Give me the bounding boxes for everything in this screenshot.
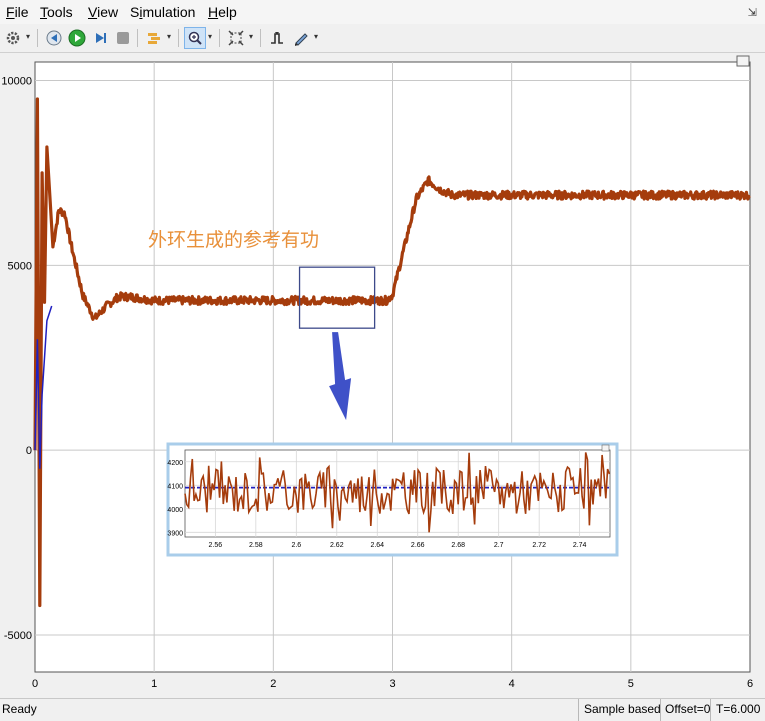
x-tick-label: 2 (270, 678, 276, 690)
y-tick-label: 0 (26, 445, 32, 457)
run-icon[interactable] (66, 27, 88, 49)
toolbar-separator (137, 29, 138, 47)
inset-expand-icon (601, 444, 610, 452)
status-divider (660, 699, 661, 721)
y-tick-label: 10000 (1, 75, 32, 87)
x-tick-label: 0 (32, 678, 38, 690)
y-tick-label: -5000 (4, 630, 32, 642)
status-offset: Offset=0 (665, 702, 711, 716)
annotation-label: 外环生成的参考有功 (148, 229, 320, 251)
inset-x-tick-label: 2.74 (573, 542, 587, 549)
menu-view[interactable]: View (88, 4, 118, 20)
toolbar-separator (260, 29, 261, 47)
menu-bar: File Tools View Simulation Help ⇲ (0, 0, 765, 24)
toolbar-separator (178, 29, 179, 47)
gear-icon[interactable] (2, 27, 24, 49)
x-tick-label: 3 (389, 678, 395, 690)
inset-x-tick-label: 2.56 (209, 542, 223, 549)
inset-y-tick-label: 4100 (167, 483, 183, 490)
menu-help[interactable]: Help (208, 4, 237, 20)
inset-x-tick-label: 2.62 (330, 542, 344, 549)
step-forward-icon[interactable] (89, 27, 111, 49)
status-ready: Ready (2, 702, 37, 716)
status-time: T=6.000 (716, 702, 761, 716)
step-back-icon[interactable] (43, 27, 65, 49)
expand-axes-icon (736, 55, 750, 67)
highlight-icon[interactable] (143, 27, 165, 49)
inset-y-tick-label: 4200 (167, 460, 183, 467)
style-icon[interactable] (290, 27, 312, 49)
inset-y-tick-label: 3900 (167, 530, 183, 537)
menu-file[interactable]: File (6, 4, 29, 20)
chevron-down-icon[interactable]: ▾ (167, 32, 171, 41)
status-divider (578, 699, 579, 721)
toolbar-separator (219, 29, 220, 47)
fit-icon[interactable] (225, 27, 247, 49)
stop-icon[interactable] (112, 27, 134, 49)
inset-x-tick-label: 2.66 (411, 542, 425, 549)
inset-axes-group: 2.56 2.58 2.6 2.62 2.64 2.66 2.68 2.7 2.72 2.74 39… (166, 442, 619, 557)
zoom-icon[interactable] (184, 27, 206, 49)
y-tick-label: 5000 (8, 260, 32, 272)
chevron-down-icon[interactable]: ▾ (26, 32, 30, 41)
plot-area: 0 1 2 3 4 5 6 -5000 0 5000 10000 2.56 2.58 2.6 2.62 2.… (0, 53, 765, 698)
triggers-icon[interactable] (266, 27, 288, 49)
x-tick-label: 6 (747, 678, 753, 690)
menu-tools[interactable]: Tools (40, 4, 73, 20)
inset-x-tick-label: 2.64 (370, 542, 384, 549)
menu-simulation[interactable]: Simulation (130, 4, 195, 20)
toolbar-separator (37, 29, 38, 47)
x-tick-label: 1 (151, 678, 157, 690)
inset-y-tick-label: 4000 (167, 507, 183, 514)
pin-icon[interactable]: ⇲ (748, 6, 757, 19)
inset-x-tick-label: 2.68 (451, 542, 465, 549)
main-axes-group: 0 1 2 3 4 5 6 -5000 0 5000 10000 (1, 55, 753, 690)
inset-x-tick-label: 2.7 (494, 542, 504, 549)
inset-x-tick-label: 2.58 (249, 542, 263, 549)
status-divider (710, 699, 711, 721)
inset-plot-background (184, 449, 611, 538)
inset-x-tick-label: 2.72 (532, 542, 546, 549)
x-tick-label: 5 (628, 678, 634, 690)
toolbar: ▾ ▾ ▾ ▾ ▾ (0, 24, 765, 53)
chevron-down-icon[interactable]: ▾ (208, 32, 212, 41)
chevron-down-icon[interactable]: ▾ (249, 32, 253, 41)
status-bar: Ready Sample based Offset=0 T=6.000 (0, 698, 765, 721)
chevron-down-icon[interactable]: ▾ (314, 32, 318, 41)
status-mode: Sample based (584, 702, 661, 716)
x-tick-label: 4 (509, 678, 515, 690)
scope-chart[interactable]: 0 1 2 3 4 5 6-50000500010000 2.56 2.58 2.6 2.62 2.… (0, 53, 765, 698)
inset-x-tick-label: 2.6 (291, 542, 301, 549)
